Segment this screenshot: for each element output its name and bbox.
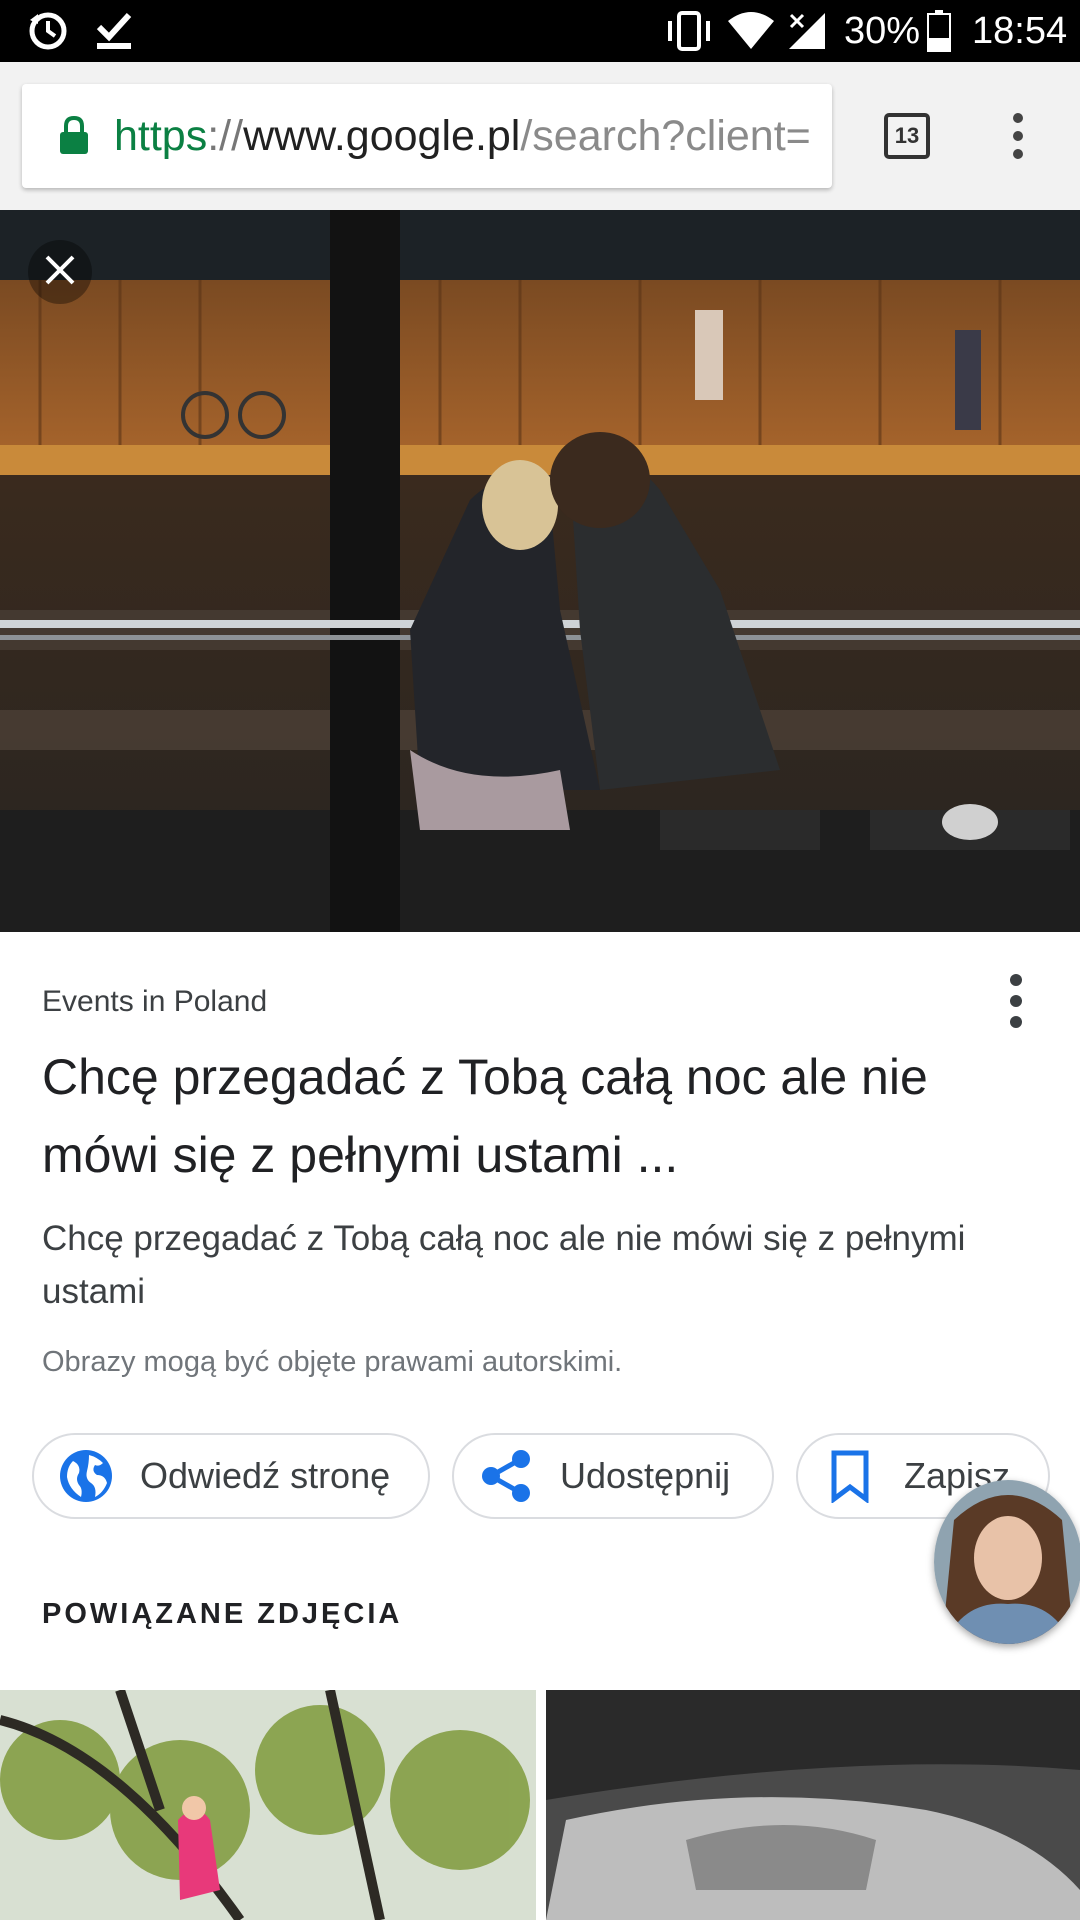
signal-icon — [786, 9, 828, 53]
result-title[interactable]: Chcę przegadać z Tobą całą noc ale nie m… — [42, 1038, 942, 1194]
sync-timer-icon — [26, 9, 70, 53]
status-bar: 30% 18:54 — [0, 0, 1080, 62]
url-bar[interactable]: https://www.google.pl/search?client= — [22, 84, 832, 188]
url-host: www.google.pl — [243, 112, 521, 160]
bookmark-icon — [822, 1448, 878, 1504]
related-images-heading: POWIĄZANE ZDJĘCIA — [42, 1598, 403, 1630]
clock: 18:54 — [972, 10, 1068, 52]
wifi-icon — [726, 9, 776, 53]
url-text[interactable]: https://www.google.pl/search?client= — [114, 110, 824, 162]
globe-icon — [58, 1448, 114, 1504]
share-label: Udostępnij — [560, 1455, 731, 1496]
floating-chat-avatar[interactable] — [934, 1480, 1080, 1644]
browser-menu-icon[interactable] — [1000, 112, 1036, 160]
tab-switcher-button[interactable]: 13 — [884, 113, 930, 159]
result-image[interactable] — [0, 210, 1080, 932]
visit-page-button[interactable]: Odwiedź stronę — [32, 1433, 430, 1519]
result-source[interactable]: Events in Poland — [42, 985, 267, 1019]
visit-page-label: Odwiedź stronę — [140, 1455, 391, 1496]
url-separator: :// — [207, 112, 244, 160]
related-image-2[interactable] — [546, 1690, 1080, 1920]
url-scheme: https — [114, 112, 208, 160]
related-image-1[interactable] — [0, 1690, 536, 1920]
lock-icon — [58, 115, 90, 156]
vibrate-icon — [664, 9, 714, 53]
close-icon — [43, 253, 77, 292]
copyright-notice: Obrazy mogą być objęte prawami autorskim… — [42, 1346, 623, 1378]
result-description: Chcę przegadać z Tobą całą noc ale nie m… — [42, 1219, 966, 1311]
share-button[interactable]: Udostępnij — [452, 1433, 774, 1519]
close-preview-button[interactable] — [28, 240, 92, 304]
battery-percent: 30% — [844, 10, 921, 52]
share-icon — [478, 1448, 534, 1504]
download-done-icon — [94, 9, 134, 53]
battery-icon — [926, 9, 952, 53]
browser-toolbar: https://www.google.pl/search?client= 13 — [0, 62, 1080, 210]
more-options-icon[interactable] — [998, 972, 1034, 1030]
url-path: /search?client= — [520, 112, 811, 160]
